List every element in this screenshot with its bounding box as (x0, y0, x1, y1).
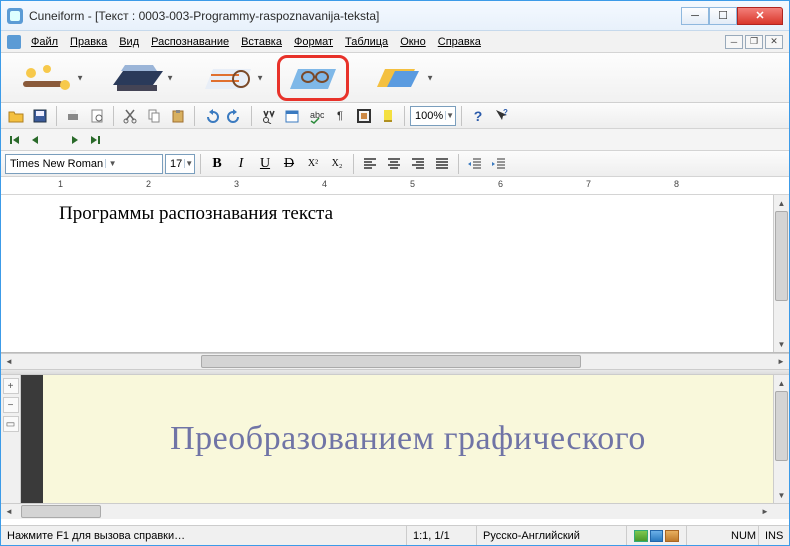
zoom-out-button[interactable]: − (3, 397, 19, 413)
select-tool-button[interactable]: ▭ (3, 416, 19, 432)
maximize-button[interactable]: ☐ (709, 7, 737, 25)
superscript-button[interactable]: X² (302, 153, 324, 175)
layout-button[interactable]: ▼ (187, 56, 269, 100)
format-toolbar: Times New Roman▼ 17▼ B I U D X² X₂ (1, 151, 789, 177)
align-right-button[interactable] (407, 153, 429, 175)
save-result-button[interactable]: ▼ (357, 56, 439, 100)
mdi-restore-button[interactable]: ❐ (745, 35, 763, 49)
mdi-close-button[interactable]: ✕ (765, 35, 783, 49)
print-preview-button[interactable] (86, 105, 108, 127)
prev-page-button[interactable] (27, 132, 43, 148)
image-vertical-scrollbar[interactable]: ▲ ▼ (773, 375, 789, 503)
date-button[interactable] (281, 105, 303, 127)
copy-button[interactable] (143, 105, 165, 127)
align-center-button[interactable] (383, 153, 405, 175)
recognize-button[interactable] (277, 55, 349, 101)
help-button[interactable]: ? (467, 105, 489, 127)
underline-button[interactable]: U (254, 153, 276, 175)
minimize-button[interactable]: ─ (681, 7, 709, 25)
mdi-minimize-button[interactable]: ─ (725, 35, 743, 49)
close-button[interactable]: ✕ (737, 7, 783, 25)
svg-text:?: ? (503, 108, 508, 117)
increase-indent-button[interactable] (488, 153, 510, 175)
status-hint: Нажмите F1 для вызова справки… (1, 526, 407, 545)
nav-toolbar (1, 129, 789, 151)
print-button[interactable] (62, 105, 84, 127)
find-button[interactable] (257, 105, 279, 127)
paragraph-marks-button[interactable]: ¶ (329, 105, 351, 127)
svg-text:abc: abc (310, 110, 324, 120)
app-icon (7, 8, 23, 24)
menu-help[interactable]: Справка (432, 34, 487, 50)
document-pane[interactable]: Программы распознавания текста ▲ ▼ (1, 195, 789, 353)
cut-button[interactable] (119, 105, 141, 127)
doc-horizontal-scrollbar[interactable]: ◄ ► (1, 353, 789, 369)
menu-view[interactable]: Вид (113, 34, 145, 50)
image-tools: + − ▭ (1, 375, 21, 503)
wizard-button[interactable]: ▼ (7, 56, 89, 100)
menu-insert[interactable]: Вставка (235, 34, 288, 50)
bold-button[interactable]: B (206, 153, 228, 175)
window-title: Cuneiform - [Текст : 0003-003-Programmy-… (29, 9, 681, 23)
title-bar: Cuneiform - [Текст : 0003-003-Programmy-… (1, 1, 789, 31)
status-ins: INS (759, 526, 789, 545)
zoom-in-button[interactable]: + (3, 378, 19, 394)
status-num: NUM (725, 526, 759, 545)
italic-button[interactable]: I (230, 153, 252, 175)
standard-toolbar: abc ¶ 100%▼ ? ? (1, 103, 789, 129)
undo-button[interactable] (200, 105, 222, 127)
menu-window[interactable]: Окно (394, 34, 432, 50)
open-button[interactable] (5, 105, 27, 127)
mdi-doc-icon (7, 35, 21, 49)
image-margin (21, 375, 43, 503)
menu-recognize[interactable]: Распознавание (145, 34, 235, 50)
main-toolbar: ▼ ▼ ▼ ▼ (1, 53, 789, 103)
subscript-button[interactable]: X₂ (326, 153, 348, 175)
status-language: Русско-Английский (477, 526, 627, 545)
next-page-button[interactable] (67, 132, 83, 148)
menu-format[interactable]: Формат (288, 34, 339, 50)
zoom-combo[interactable]: 100%▼ (410, 106, 456, 126)
first-page-button[interactable] (7, 132, 23, 148)
align-justify-button[interactable] (431, 153, 453, 175)
status-bar: Нажмите F1 для вызова справки… 1:1, 1/1 … (1, 525, 789, 545)
font-name-combo[interactable]: Times New Roman▼ (5, 154, 163, 174)
last-page-button[interactable] (87, 132, 103, 148)
align-left-button[interactable] (359, 153, 381, 175)
redo-button[interactable] (224, 105, 246, 127)
spellcheck-button[interactable]: abc (305, 105, 327, 127)
save-button[interactable] (29, 105, 51, 127)
image-canvas[interactable]: Преобразованием графического (43, 375, 773, 503)
doc-vertical-scrollbar[interactable]: ▲ ▼ (773, 195, 789, 352)
scan-button[interactable]: ▼ (97, 56, 179, 100)
document-text[interactable]: Программы распознавания текста (59, 203, 333, 225)
image-text: Преобразованием графического (170, 420, 646, 458)
image-horizontal-scrollbar[interactable]: ◄ ► (1, 503, 789, 519)
paste-button[interactable] (167, 105, 189, 127)
decrease-indent-button[interactable] (464, 153, 486, 175)
image-pane: + − ▭ Преобразованием графического ▲ ▼ (1, 375, 789, 503)
menu-edit[interactable]: Правка (64, 34, 113, 50)
status-view-icons[interactable] (627, 526, 687, 545)
menu-bar: Файл Правка Вид Распознавание Вставка Фо… (1, 31, 789, 53)
highlight-button[interactable] (377, 105, 399, 127)
font-size-combo[interactable]: 17▼ (165, 154, 195, 174)
menu-file[interactable]: Файл (25, 34, 64, 50)
menu-table[interactable]: Таблица (339, 34, 394, 50)
borders-button[interactable] (353, 105, 375, 127)
status-position: 1:1, 1/1 (407, 526, 477, 545)
context-help-button[interactable]: ? (491, 105, 513, 127)
ruler[interactable]: // ticks drawn via spans below with JS p… (1, 177, 789, 195)
strikethrough-button[interactable]: D (278, 153, 300, 175)
